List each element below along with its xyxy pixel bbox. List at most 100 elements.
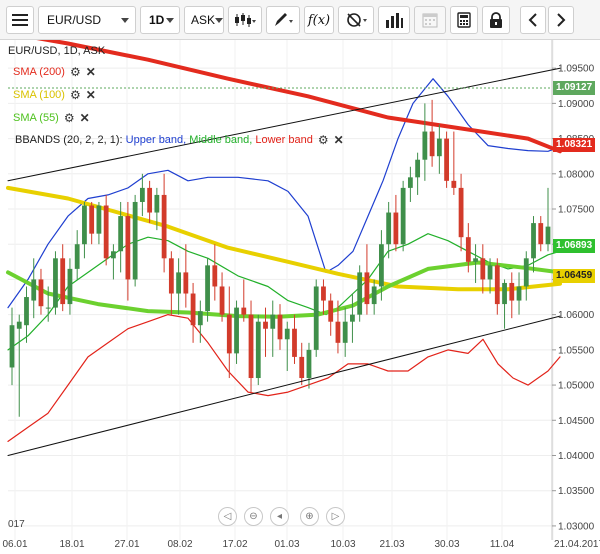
chart-title: EUR/USD, 1D, ASK: [8, 45, 106, 57]
candles-icon: [235, 13, 256, 27]
candle-body: [321, 286, 326, 301]
candle-body: [357, 272, 363, 315]
candle: [103, 194, 109, 266]
nav-prev-button[interactable]: ◂: [270, 507, 289, 526]
price-chart[interactable]: 1.095001.090001.085001.080001.075001.070…: [0, 40, 600, 554]
legend-bbands-middle: Middle band,: [189, 134, 253, 146]
candle-body: [183, 272, 189, 294]
scroll-left-button[interactable]: [520, 6, 546, 34]
candle: [212, 244, 218, 301]
legend-bbands: BBANDS (20, 2, 2, 1): Upper band, Middle…: [15, 132, 344, 148]
close-icon[interactable]: ✕: [86, 88, 96, 102]
candle-body: [53, 258, 58, 308]
candle-body: [219, 286, 225, 315]
candle-body: [415, 159, 421, 178]
candle-body: [393, 212, 399, 245]
calculator-button[interactable]: [450, 6, 478, 34]
volume-bars-icon: [386, 13, 403, 28]
timeframe-label: 1D: [149, 13, 165, 27]
candle-body: [313, 286, 319, 350]
candle-body: [168, 258, 174, 294]
close-icon[interactable]: ✕: [334, 133, 344, 147]
timeframe-selector[interactable]: 1D: [140, 6, 180, 34]
candle-body: [82, 205, 87, 245]
gear-icon[interactable]: ⚙: [70, 88, 81, 102]
nav-first-button[interactable]: ◁: [218, 507, 237, 526]
candle-body: [241, 307, 247, 315]
candle-body: [96, 205, 102, 234]
nav-last-button[interactable]: ▷: [326, 507, 345, 526]
candle-body: [67, 268, 73, 305]
price-side-selector[interactable]: ASK: [184, 6, 224, 34]
calendar-button[interactable]: [414, 6, 446, 34]
volume-button[interactable]: [378, 6, 410, 34]
drawing-tools-button[interactable]: [266, 6, 300, 34]
candle-body: [386, 212, 392, 245]
candle: [422, 103, 428, 181]
candle-body: [118, 216, 124, 252]
x-axis-labels: 06.01 18.01 27.01 08.02 17.02 01.03 10.03 21.03…: [2, 539, 600, 550]
chevron-left-icon: ◁: [223, 511, 232, 522]
close-icon[interactable]: ✕: [80, 111, 90, 125]
chart-toolbar: EUR/USD 1D ASK f(x): [0, 0, 600, 40]
y-tick-label: 1.06000: [558, 310, 595, 321]
lock-button[interactable]: [482, 6, 510, 34]
chart-type-button[interactable]: [228, 6, 262, 34]
x-tick-label: 01.03: [274, 539, 299, 550]
gear-icon[interactable]: ⚙: [70, 65, 81, 79]
series-sma-100: [6, 185, 562, 292]
x-tick-label: 18.01: [59, 539, 84, 550]
x-tick-label: 11.04: [490, 539, 515, 550]
series-lower-band: [7, 314, 561, 442]
y-tick-label: 1.05000: [558, 381, 595, 392]
candle: [161, 173, 167, 273]
zoom-out-button[interactable]: ⊖: [244, 507, 263, 526]
x-tick-label: 27.01: [114, 539, 139, 550]
candle-body: [429, 131, 435, 157]
candle: [132, 194, 138, 287]
candle-body: [154, 194, 160, 213]
crosshair-button[interactable]: [338, 6, 374, 34]
candle: [494, 258, 500, 315]
candle: [226, 286, 232, 379]
symbol-selector[interactable]: EUR/USD: [38, 6, 136, 34]
candle-body: [147, 187, 153, 213]
candle-body: [292, 328, 297, 357]
candle-body: [371, 286, 377, 305]
close-icon[interactable]: ✕: [86, 65, 96, 79]
candle-body: [234, 307, 239, 354]
calculator-icon: [457, 12, 471, 28]
candle: [313, 279, 319, 357]
menu-button[interactable]: [6, 6, 34, 34]
series-middle-band: [7, 233, 561, 351]
candle: [60, 244, 66, 312]
zoom-in-button[interactable]: ⊕: [300, 507, 319, 526]
candle: [292, 314, 297, 364]
candle: [371, 279, 377, 315]
x-tick-label: 06.01: [2, 539, 27, 550]
candle-body: [523, 258, 529, 287]
series-trendline-upper[interactable]: [7, 67, 561, 182]
candle-body: [509, 282, 515, 301]
candle-body: [451, 180, 457, 188]
zoom-out-icon: ⊖: [249, 511, 258, 522]
series-upper-band: [7, 78, 561, 309]
gear-icon[interactable]: ⚙: [318, 133, 329, 147]
x-tick-label: 21.03: [379, 539, 404, 550]
candle: [538, 216, 544, 252]
candle: [168, 251, 174, 315]
chevron-down-icon: [166, 17, 174, 23]
legend-sma200: SMA (200) ⚙ ✕: [13, 64, 96, 80]
sma200-price-tag: 1.08321: [553, 138, 596, 152]
series-trendline-lower[interactable]: [7, 315, 561, 456]
candle: [9, 307, 15, 386]
x-tick-label: 21.04.2017: [554, 539, 600, 550]
indicators-button[interactable]: f(x): [304, 6, 334, 34]
gear-icon[interactable]: ⚙: [64, 111, 75, 125]
candle: [436, 124, 442, 174]
scroll-right-button[interactable]: [548, 6, 574, 34]
candle: [277, 304, 283, 350]
candle: [53, 251, 58, 315]
candle-body: [407, 177, 413, 188]
candle: [415, 152, 421, 195]
